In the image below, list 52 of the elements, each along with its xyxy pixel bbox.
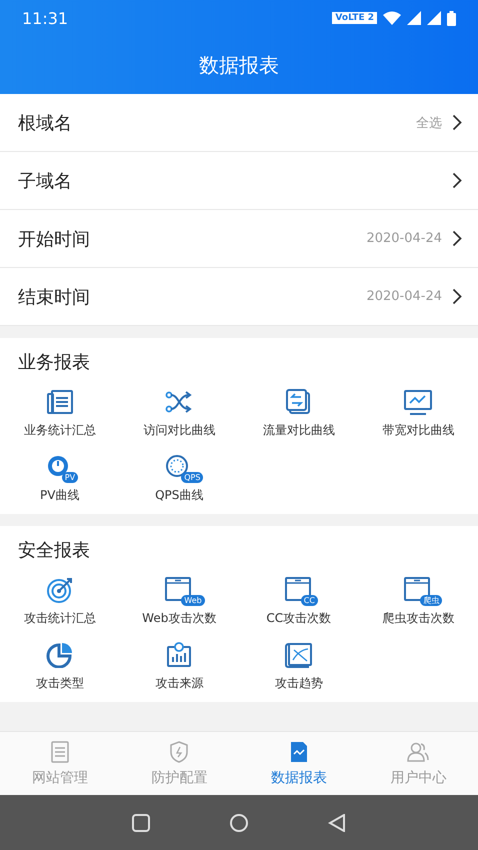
back-icon[interactable]	[328, 814, 346, 832]
document-icon	[48, 740, 71, 762]
wifi-icon	[383, 11, 401, 25]
bar-chart-icon	[165, 642, 194, 668]
report-item[interactable]: 攻击统计汇总	[0, 576, 120, 627]
swap-icon	[284, 389, 313, 415]
report-item[interactable]: 带宽对比曲线	[358, 388, 478, 439]
target-icon	[46, 577, 74, 603]
report-item[interactable]: 攻击类型	[0, 641, 120, 692]
filter-row[interactable]: 子域名	[0, 152, 478, 210]
line-chart-icon	[284, 642, 313, 668]
report-item[interactable]: 流量对比曲线	[239, 388, 358, 439]
report-item[interactable]: 访问对比曲线	[120, 388, 239, 439]
signal-icon	[407, 11, 421, 25]
icon-badge: PV	[62, 472, 78, 483]
shield-icon	[168, 740, 190, 762]
chevron-right-icon	[452, 288, 462, 305]
tab[interactable]: 数据报表	[239, 732, 358, 795]
report-item[interactable]: 攻击趋势	[239, 641, 358, 692]
section-title: 安全报表	[18, 539, 90, 562]
document-icon	[46, 389, 74, 415]
browser-window-icon	[404, 577, 432, 603]
icon-badge: 爬虫	[420, 595, 442, 606]
battery-icon	[447, 10, 456, 26]
recents-icon[interactable]	[132, 814, 150, 832]
icon-badge: QPS	[181, 472, 204, 483]
shuffle-icon	[165, 389, 194, 415]
chevron-right-icon	[452, 230, 462, 247]
report-item[interactable]: PV PV曲线	[0, 453, 120, 504]
icon-badge: Web	[181, 595, 205, 606]
filter-row[interactable]: 根域名 全选	[0, 94, 478, 152]
report-item[interactable]: Web Web攻击次数	[120, 576, 239, 627]
chevron-right-icon	[452, 114, 462, 131]
signal-icon	[427, 11, 441, 25]
report-item[interactable]: 攻击来源	[120, 641, 239, 692]
browser-window-icon	[284, 577, 313, 603]
report-item[interactable]: CC CC攻击次数	[239, 576, 358, 627]
filter-row[interactable]: 开始时间 2020-04-24	[0, 210, 478, 268]
chevron-right-icon	[452, 172, 462, 189]
report-item[interactable]: 业务统计汇总	[0, 388, 120, 439]
report-item[interactable]: 爬虫 爬虫攻击次数	[358, 576, 478, 627]
home-icon[interactable]	[230, 814, 248, 832]
status-time: 11:31	[22, 8, 68, 28]
pie-chart-icon	[46, 642, 74, 668]
icon-badge: CC	[300, 595, 318, 606]
network-label: VoLTE 2	[332, 12, 377, 24]
users-icon	[407, 740, 430, 762]
page-title: 数据报表	[199, 52, 279, 78]
section-title: 业务报表	[18, 351, 90, 374]
filter-row[interactable]: 结束时间 2020-04-24	[0, 268, 478, 326]
monitor-chart-icon	[404, 389, 432, 415]
report-item[interactable]: QPS QPS曲线	[120, 453, 239, 504]
